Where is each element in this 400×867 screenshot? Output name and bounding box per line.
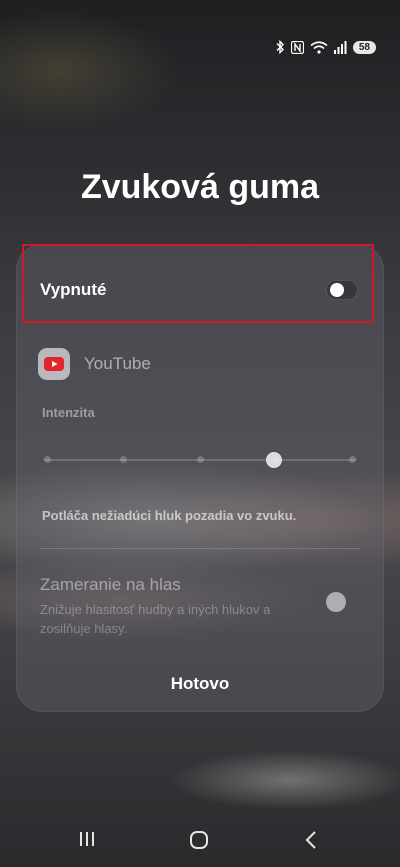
voice-focus-subtitle: Znižuje hlasitosť hudby a iných hlukov a… [40, 602, 271, 636]
nfc-icon [290, 40, 304, 54]
page-title: Zvuková guma [80, 168, 320, 206]
main-toggle-switch[interactable] [326, 280, 358, 300]
description-text: Potláča nežiadúci hluk pozadia vo zvuku. [42, 508, 297, 523]
navigation-bar [0, 822, 400, 862]
app-name: YouTube [84, 354, 151, 373]
back-icon[interactable] [304, 830, 318, 855]
home-icon[interactable] [189, 830, 209, 855]
slider-tick [196, 456, 204, 463]
signal-icon [333, 40, 347, 54]
intensity-slider[interactable] [44, 452, 356, 468]
youtube-icon [38, 348, 70, 380]
bluetooth-icon [275, 40, 285, 54]
slider-tick [44, 456, 51, 463]
wifi-icon [310, 40, 328, 54]
voice-focus-toggle[interactable] [326, 592, 346, 612]
main-toggle-label: Vypnuté [40, 280, 107, 299]
voice-focus-title: Zameranie na hlas [40, 575, 181, 594]
status-bar: 58 [275, 40, 376, 54]
toggle-knob [330, 283, 344, 297]
divider [40, 548, 360, 549]
intensity-label: Intenzita [42, 405, 95, 420]
app-row: YouTube [38, 348, 151, 380]
slider-tick [120, 456, 128, 463]
slider-tick [349, 456, 356, 463]
battery-icon: 58 [352, 40, 376, 54]
recent-apps-icon[interactable] [78, 830, 96, 853]
done-button[interactable]: Hotovo [16, 674, 384, 694]
slider-thumb[interactable] [266, 452, 282, 468]
